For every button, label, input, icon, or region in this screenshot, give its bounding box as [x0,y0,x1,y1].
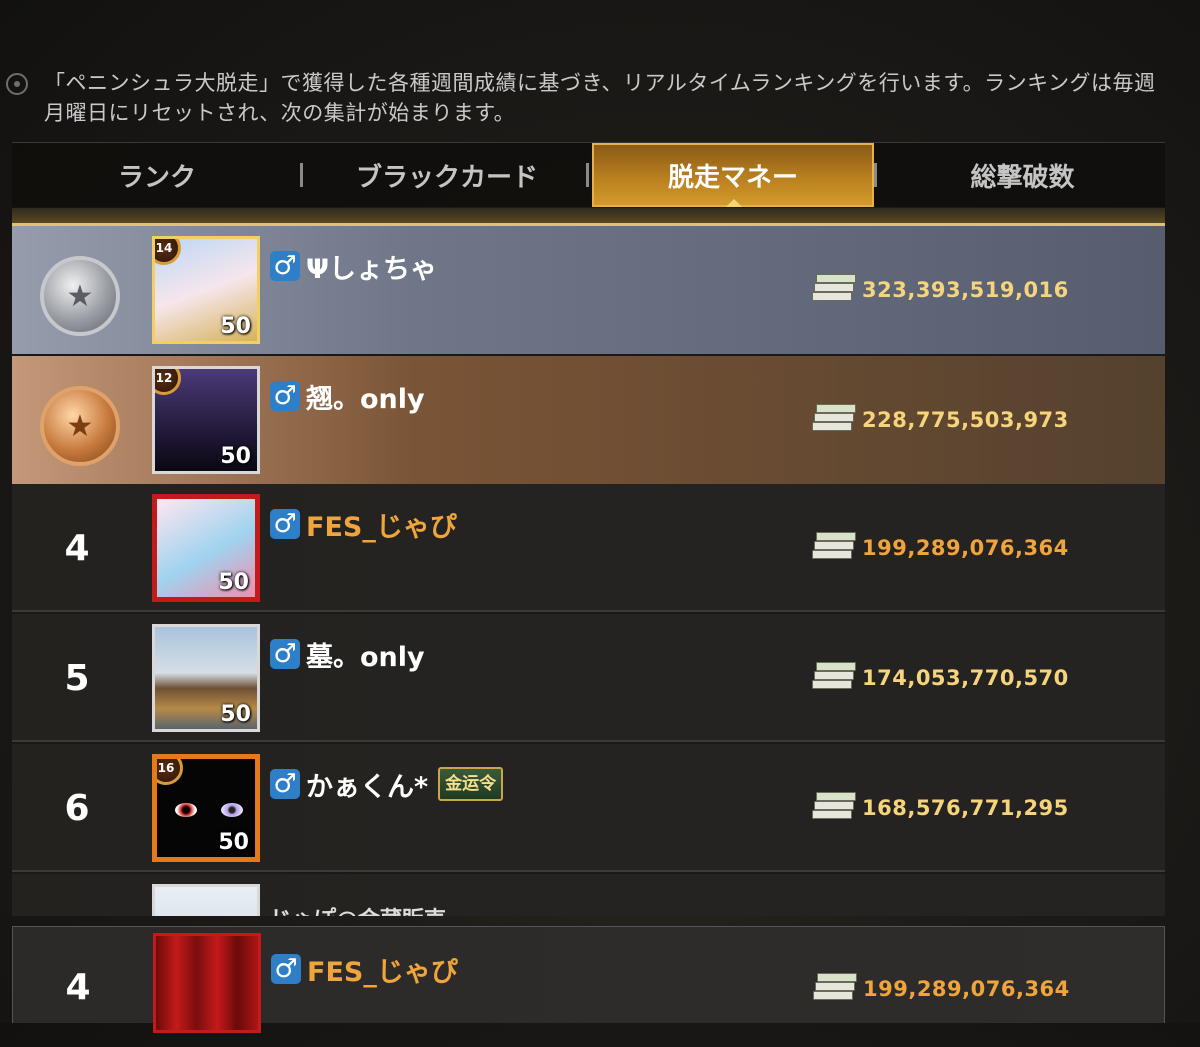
cash-stack-icon [812,662,856,694]
male-icon: ♂ [270,251,300,281]
male-icon: ♂ [270,381,300,411]
avatar[interactable]: 12 50 [152,366,260,474]
vip-badge: 14 [155,239,181,265]
player-name: ♂ FES_じゃぴ [271,947,458,991]
vip-badge: 16 [157,759,183,785]
avatar[interactable]: 50 [152,624,260,732]
cash-stack-icon [812,792,856,824]
ranking-row[interactable]: 5 50 ♂ 墓。only 174,053,770,570 [12,614,1165,742]
ranking-row[interactable]: 4 50 ♂ FES_じゃぴ 199,289,076,364 [12,484,1165,612]
cash-stack-icon [812,532,856,564]
tab-separator [586,163,589,187]
player-level: 50 [218,830,249,855]
rank-number: 6 [64,787,90,829]
rank-number: 4 [65,966,91,1008]
male-icon: ♂ [270,769,300,799]
info-icon [6,73,28,95]
player-level: 50 [220,444,251,469]
player-level: 50 [220,702,251,727]
escape-money-value: 168,576,771,295 [812,788,1069,828]
cash-stack-icon [812,404,856,436]
male-icon: ♂ [270,639,300,669]
cash-stack-icon [813,973,857,1005]
cash-stack-icon [812,274,856,306]
player-name: ♂ 翘。only [270,374,425,418]
tab-separator [300,163,303,187]
ranking-list[interactable]: ★ 14 50 ♂ Ψしょちゃ 323,393,519,016 ★ 12 50 … [12,208,1165,916]
player-level: 50 [220,314,251,339]
notice-banner: 「ペニンシュラ大脱走」で獲得した各種週間成績に基づき、リアルタイムランキングを行… [0,64,1200,134]
player-name: ♂ かぁくん* 金运令 [270,762,504,806]
tab-black-card[interactable]: ブラックカード [307,143,587,207]
ranking-row[interactable]: ★ 14 50 ♂ Ψしょちゃ 323,393,519,016 [12,226,1165,354]
player-level: 50 [218,570,249,595]
escape-money-value: 228,775,503,973 [812,400,1069,440]
escape-money-value: 174,053,770,570 [812,658,1069,698]
avatar-eye [221,803,243,817]
avatar[interactable] [153,933,261,1033]
male-icon: ♂ [271,954,301,984]
notice-text: 「ペニンシュラ大脱走」で獲得した各種週間成績に基づき、リアルタイムランキングを行… [44,71,1156,125]
male-icon: ♂ [270,509,300,539]
bronze-medal-icon: ★ [40,386,120,466]
vip-badge: 12 [155,369,181,395]
ranking-row[interactable]: じゃぽ@金蔵販売 [12,874,1165,916]
escape-money-value: 199,289,076,364 [812,528,1069,568]
silver-medal-icon: ★ [40,256,120,336]
player-name: じゃぽ@金蔵販売 [270,896,446,916]
player-name: ♂ 墓。only [270,632,425,676]
escape-money-value: 323,393,519,016 [812,270,1069,310]
top-rank-divider [12,208,1165,226]
avatar-eye [175,803,197,817]
ranking-tabs: ランク ブラックカード 脱走マネー 総撃破数 [12,142,1165,207]
rank-number: 5 [64,657,90,699]
tab-rank[interactable]: ランク [12,143,302,207]
tab-escape-money[interactable]: 脱走マネー [592,143,874,207]
escape-money-value: 199,289,076,364 [813,969,1070,1009]
avatar[interactable]: 16 50 [152,754,260,862]
rank-number: 4 [64,527,90,569]
player-name: ♂ FES_じゃぴ [270,502,457,546]
ranking-row[interactable]: ★ 12 50 ♂ 翘。only 228,775,503,973 [12,356,1165,484]
avatar[interactable] [152,884,260,916]
tab-separator [874,163,877,187]
player-name: ♂ Ψしょちゃ [270,244,437,288]
title-badge: 金运令 [438,767,504,801]
avatar[interactable]: 14 50 [152,236,260,344]
ranking-row[interactable]: 6 16 50 ♂ かぁくん* 金运令 168,576,771,295 [12,744,1165,872]
tab-total-kills[interactable]: 総撃破数 [880,143,1165,207]
my-ranking-row[interactable]: 4 ♂ FES_じゃぴ 199,289,076,364 [12,926,1165,1033]
avatar[interactable]: 50 [152,494,260,602]
